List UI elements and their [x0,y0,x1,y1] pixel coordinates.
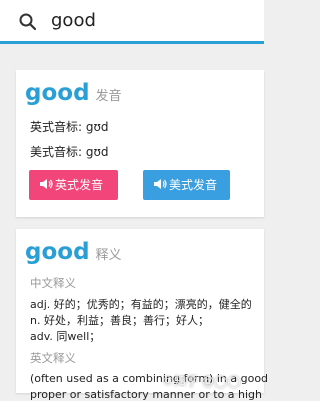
definition-card: good 释义 中文释义 adj. 好的；优秀的；有益的；漂亮的，健全的 n. 好… [16,229,268,401]
uk-phonetic: 英式音标: gʊd [30,120,109,134]
english-definition-heading: 英文释义 [30,351,76,365]
search-input[interactable]: good [51,9,96,33]
uk-pronounce-button[interactable]: 英式发音 [29,170,118,200]
search-icon[interactable] [18,12,38,32]
speaker-icon [40,179,53,189]
us-pronounce-label: 美式发音 [169,178,218,192]
chinese-definition-line: adj. 好的；优秀的；有益的；漂亮的，健全的 [30,298,252,311]
word-title: good [25,80,90,106]
section-subtitle: 释义 [95,248,122,263]
pronunciation-card: good 发音 英式音标: gʊd 美式音标: gʊd 英式发音 美式发音 [16,70,264,217]
watermark: ©知乎 @◯◯ [162,374,241,388]
pronunciation-header: good 发音 [25,80,122,106]
chinese-definition-heading: 中文释义 [30,276,76,290]
us-pronounce-button[interactable]: 美式发音 [143,170,230,200]
speaker-icon [154,179,167,189]
uk-pronounce-label: 英式发音 [55,178,104,192]
us-phonetic: 美式音标: gʊd [30,145,109,159]
chinese-definition-line: n. 好处，利益；善良；善行；好人； [30,314,209,327]
definition-header: good 释义 [25,239,122,265]
section-subtitle: 发音 [95,89,122,104]
english-definition-line: proper or satisfactory manner or to a hi… [30,388,263,401]
word-title: good [25,239,90,265]
search-bar[interactable]: good [0,0,264,44]
chinese-definition-line: adv. 同well； [30,330,101,343]
